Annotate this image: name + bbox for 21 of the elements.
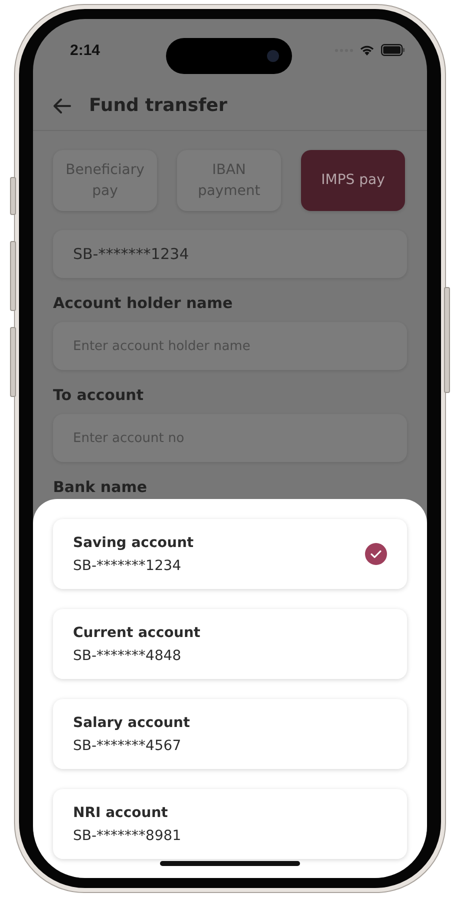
battery-icon [381, 44, 405, 56]
account-option[interactable]: NRI account SB-*******8981 [53, 789, 407, 859]
field-label: Bank name [53, 478, 148, 496]
account-number: SB-*******4567 [73, 738, 182, 754]
back-arrow-icon[interactable] [53, 98, 71, 114]
page-title: Fund transfer [89, 95, 228, 116]
status-time: 2:14 [70, 42, 102, 58]
account-number: SB-*******1234 [73, 558, 182, 574]
account-number: SB-*******8981 [73, 828, 182, 844]
account-option[interactable]: Salary account SB-*******4567 [53, 699, 407, 769]
account-number: SB-*******4848 [73, 648, 182, 664]
account-option[interactable]: Current account SB-*******4848 [53, 609, 407, 679]
field-label: Account holder name [53, 294, 234, 312]
account-name: Salary account [73, 714, 191, 730]
account-name: NRI account [73, 804, 169, 820]
account-option[interactable]: Saving account SB-*******1234 [53, 519, 407, 589]
account-name: Saving account [73, 534, 195, 550]
field-label: To account [53, 386, 145, 404]
payment-tab[interactable]: IMPS pay [301, 150, 405, 211]
account-name: Current account [73, 624, 202, 640]
wifi-icon [359, 44, 375, 56]
